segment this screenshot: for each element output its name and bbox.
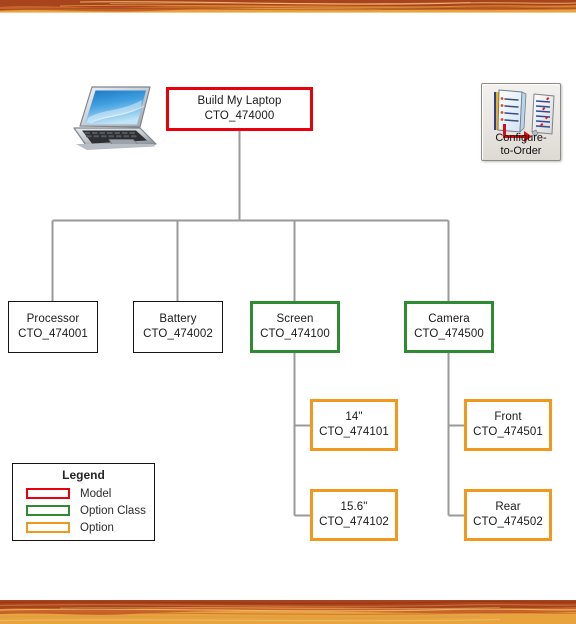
node-code: CTO_474001	[18, 328, 88, 340]
node-title: Processor	[26, 313, 80, 325]
node-title: Rear	[495, 501, 521, 513]
node-camera[interactable]: Camera CTO_474500	[404, 301, 494, 353]
node-processor[interactable]: Processor CTO_474001	[8, 301, 98, 353]
node-code: CTO_474500	[414, 328, 484, 340]
legend-swatch-model	[26, 488, 70, 499]
cto-label-line2: to-Order	[500, 144, 542, 157]
diagram-canvas: Configure- to-Order Build My Laptop CTO_…	[0, 0, 576, 624]
node-code: CTO_474100	[260, 328, 330, 340]
node-title: 15.6"	[340, 501, 368, 513]
node-screen[interactable]: Screen CTO_474100	[250, 301, 340, 353]
node-build-my-laptop[interactable]: Build My Laptop CTO_474000	[166, 87, 313, 131]
node-battery[interactable]: Battery CTO_474002	[133, 301, 223, 353]
node-title: Camera	[428, 313, 470, 325]
node-screen-14-inch[interactable]: 14" CTO_474101	[310, 399, 398, 451]
cto-label-line1: Configure-	[495, 132, 547, 144]
decorative-band-bottom	[0, 600, 576, 624]
legend-label-model: Model	[80, 487, 112, 500]
legend-label-option-class: Option Class	[80, 504, 146, 517]
node-title: Screen	[276, 313, 314, 325]
legend-row-model: Model	[13, 485, 154, 502]
legend-title: Legend	[62, 468, 105, 482]
node-title: 14"	[345, 411, 363, 423]
laptop-illustration	[62, 82, 158, 156]
configure-to-order-button[interactable]: Configure- to-Order	[481, 83, 561, 161]
legend-swatch-option-class	[26, 505, 70, 516]
configure-to-order-label: Configure- to-Order	[482, 132, 560, 157]
legend: Legend Model Option Class Option	[12, 463, 155, 541]
node-title: Build My Laptop	[197, 95, 282, 107]
legend-swatch-option	[26, 522, 70, 533]
node-title: Front	[494, 411, 522, 423]
node-code: CTO_474000	[204, 110, 275, 122]
node-code: CTO_474502	[473, 516, 543, 528]
node-code: CTO_474002	[143, 328, 213, 340]
node-camera-rear[interactable]: Rear CTO_474502	[464, 489, 552, 541]
decorative-band-top	[0, 0, 576, 14]
node-code: CTO_474501	[473, 426, 543, 438]
node-screen-15-6-inch[interactable]: 15.6" CTO_474102	[310, 489, 398, 541]
node-camera-front[interactable]: Front CTO_474501	[464, 399, 552, 451]
legend-row-option: Option	[13, 519, 154, 536]
node-code: CTO_474102	[319, 516, 389, 528]
legend-row-option-class: Option Class	[13, 502, 154, 519]
legend-label-option: Option	[80, 521, 114, 534]
node-title: Battery	[159, 313, 197, 325]
node-code: CTO_474101	[319, 426, 389, 438]
